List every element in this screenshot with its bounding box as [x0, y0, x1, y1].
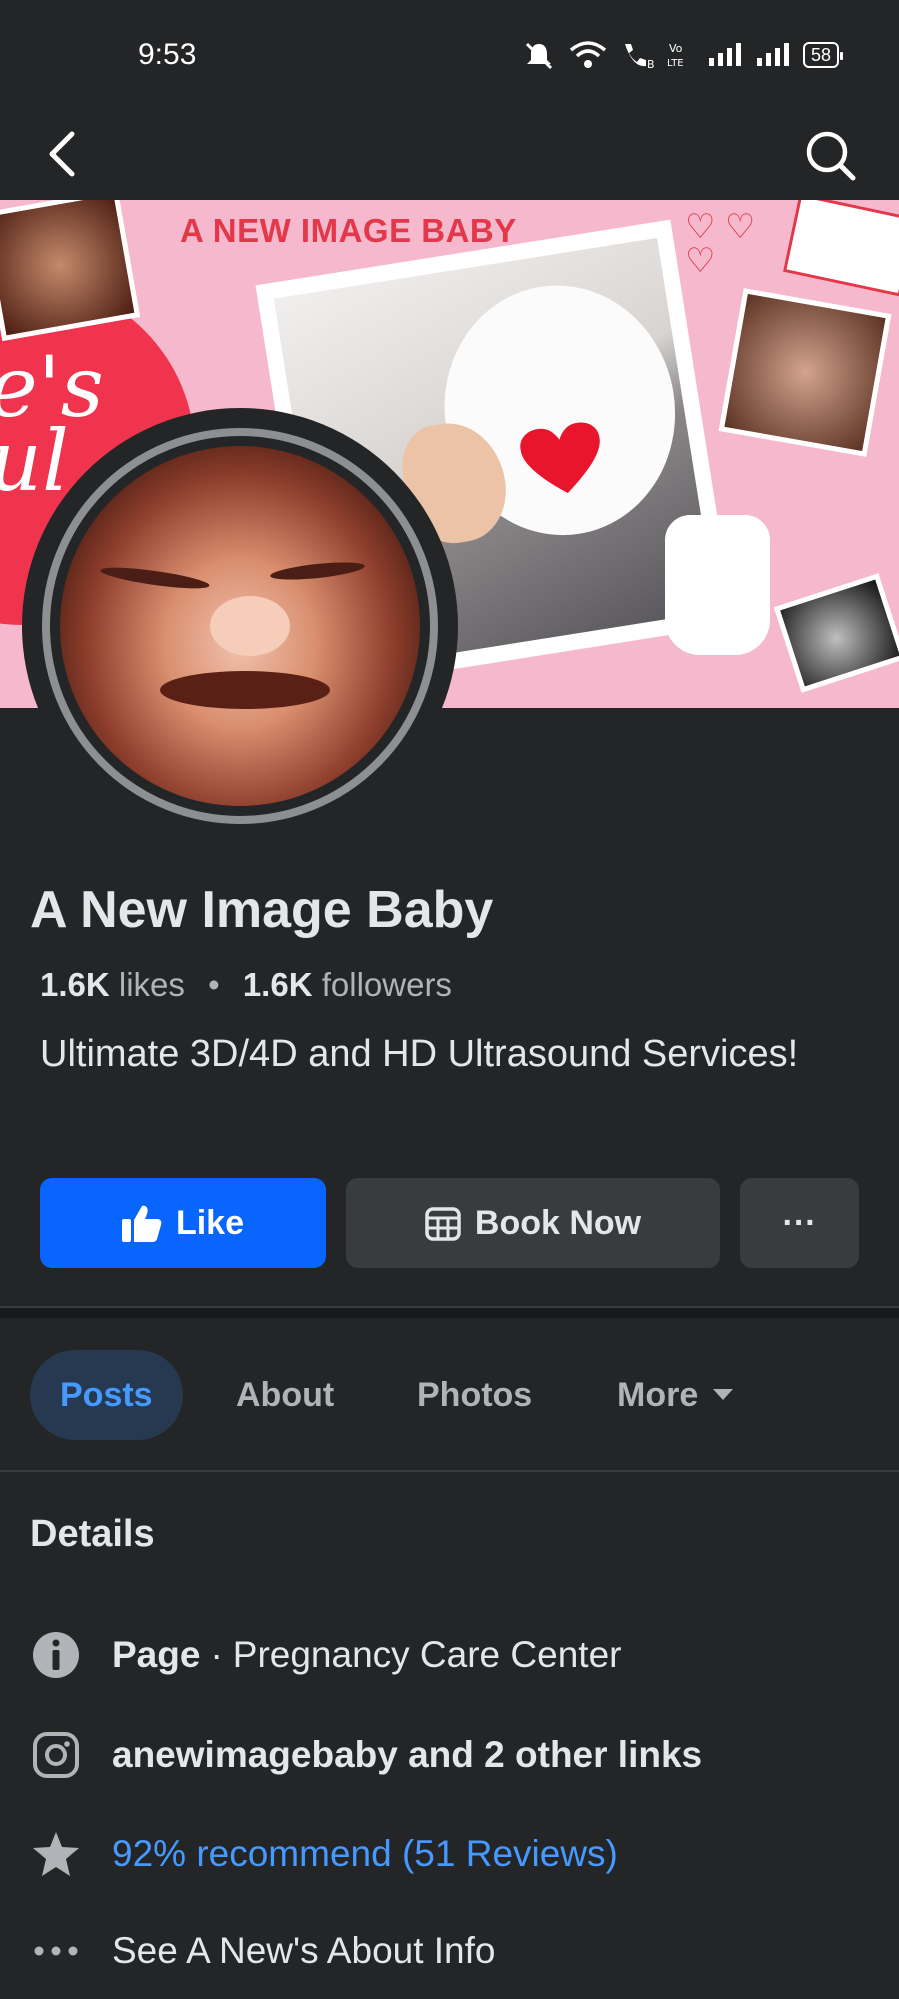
tab-posts[interactable]: Posts — [30, 1350, 183, 1440]
star-icon — [30, 1828, 82, 1880]
page-name: A New Image Baby — [30, 881, 494, 939]
category-prefix: Page — [112, 1634, 201, 1675]
heart-icon — [520, 422, 600, 494]
thumbs-up-icon — [121, 1205, 162, 1242]
search-button[interactable] — [803, 124, 859, 184]
like-label: Like — [175, 1203, 245, 1242]
status-time: 9:53 — [138, 38, 197, 71]
section-divider — [0, 1306, 899, 1318]
back-button[interactable] — [40, 124, 84, 184]
detail-links-row[interactable]: anewimagebaby and 2 other links — [30, 1725, 880, 1785]
signal-icon — [708, 43, 741, 66]
heart-doodles-icon: ♡ ♡ ♡ — [685, 208, 756, 280]
page-stats: 1.6K likes • 1.6K followers — [40, 966, 452, 1004]
like-button[interactable]: Like — [40, 1178, 326, 1268]
detail-about-row[interactable]: See A New's About Info — [30, 1921, 880, 1981]
tabs-divider — [0, 1470, 899, 1472]
status-bar: 9:53 B Vo LTE 58 — [0, 0, 899, 110]
likes-label: likes — [118, 966, 185, 1003]
tab-more[interactable]: More — [617, 1350, 734, 1440]
page-tabs: Posts About Photos More — [0, 1318, 899, 1470]
page-description: Ultimate 3D/4D and HD Ultrasound Service… — [40, 1033, 799, 1075]
about-info-link: See A New's About Info — [112, 1930, 496, 1971]
profile-picture-ring — [22, 408, 458, 844]
wifi-calling-icon: B — [624, 44, 655, 70]
cover-ultrasound-thumb — [718, 288, 892, 457]
volte-icon: Vo LTE — [667, 42, 684, 69]
reviews-link[interactable]: 92% recommend (51 Reviews) — [112, 1833, 618, 1875]
details-heading: Details — [30, 1513, 155, 1555]
cover-ultrasound-thumb — [773, 573, 899, 693]
likes-count[interactable]: 1.6K — [40, 966, 110, 1003]
more-options-button[interactable]: ··· — [740, 1178, 859, 1268]
links-text: anewimagebaby and 2 other links — [112, 1734, 703, 1775]
wifi-icon — [569, 41, 607, 68]
profile-picture[interactable] — [42, 428, 438, 824]
tab-about[interactable]: About — [236, 1350, 334, 1440]
more-options-label: ··· — [782, 1203, 817, 1242]
book-now-button[interactable]: Book Now — [346, 1178, 720, 1268]
calendar-icon — [425, 1207, 461, 1241]
cover-ultrasound-thumb — [0, 200, 141, 342]
mute-icon — [525, 42, 553, 70]
detail-category-row: Page · Pregnancy Care Center — [30, 1625, 880, 1685]
chevron-left-icon — [49, 131, 75, 177]
tab-more-label: More — [617, 1376, 699, 1414]
followers-count[interactable]: 1.6K — [243, 966, 313, 1003]
instagram-icon — [30, 1729, 82, 1781]
battery-icon: 58 — [802, 42, 844, 68]
info-icon — [30, 1629, 82, 1681]
envelope-icon — [782, 200, 899, 297]
book-now-label: Book Now — [474, 1203, 642, 1242]
detail-reviews-row[interactable]: 92% recommend (51 Reviews) — [30, 1824, 880, 1884]
svg-text:LTE: LTE — [667, 58, 684, 69]
tab-photos[interactable]: Photos — [417, 1350, 532, 1440]
more-dots-icon — [30, 1925, 82, 1977]
top-nav-bar — [0, 110, 899, 200]
svg-text:B: B — [647, 58, 655, 70]
category-separator: · — [210, 1634, 223, 1675]
followers-label: followers — [321, 966, 452, 1003]
svg-text:Vo: Vo — [669, 42, 683, 55]
heart-jar-icon — [665, 515, 770, 655]
caret-down-icon — [713, 1389, 734, 1400]
search-icon — [806, 131, 856, 181]
cover-title: A NEW IMAGE BABY — [180, 212, 517, 249]
stats-separator: • — [208, 966, 220, 1003]
status-icons: B Vo LTE 58 — [521, 40, 844, 70]
category-value: Pregnancy Care Center — [232, 1634, 622, 1675]
signal-icon — [756, 43, 789, 66]
